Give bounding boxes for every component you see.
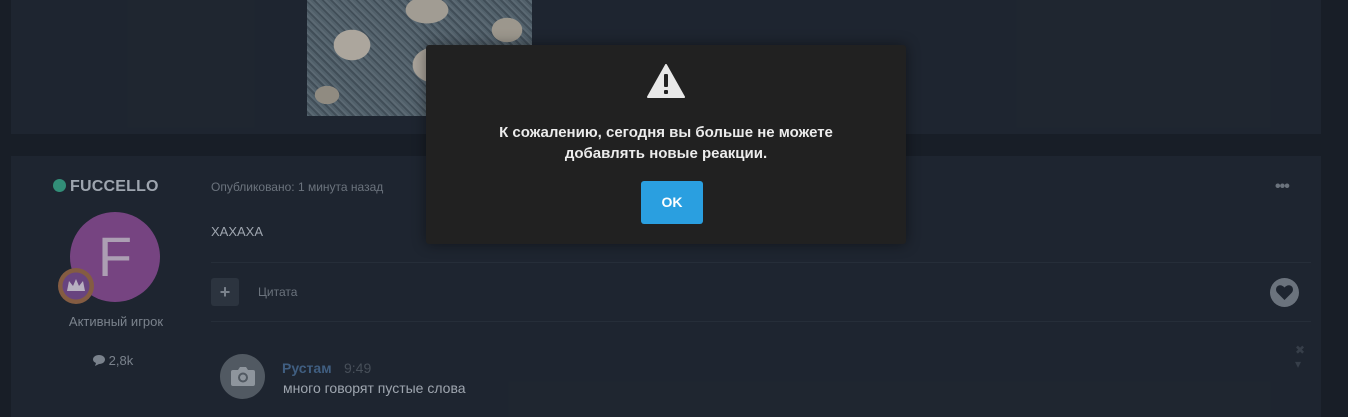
- warning-icon: [647, 64, 685, 98]
- dialog-message-line-2: добавлять новые реакции.: [564, 145, 768, 162]
- alert-dialog: К сожалению, сегодня вы больше не можете…: [426, 45, 906, 244]
- ok-button[interactable]: OK: [641, 181, 703, 224]
- dialog-message-line-1: К сожалению, сегодня вы больше не можете: [499, 124, 833, 141]
- dialog-message: К сожалению, сегодня вы больше не можете…: [446, 122, 886, 164]
- page: FUCCELLO F Активный игрок 2,8k Опубликов…: [0, 0, 1348, 417]
